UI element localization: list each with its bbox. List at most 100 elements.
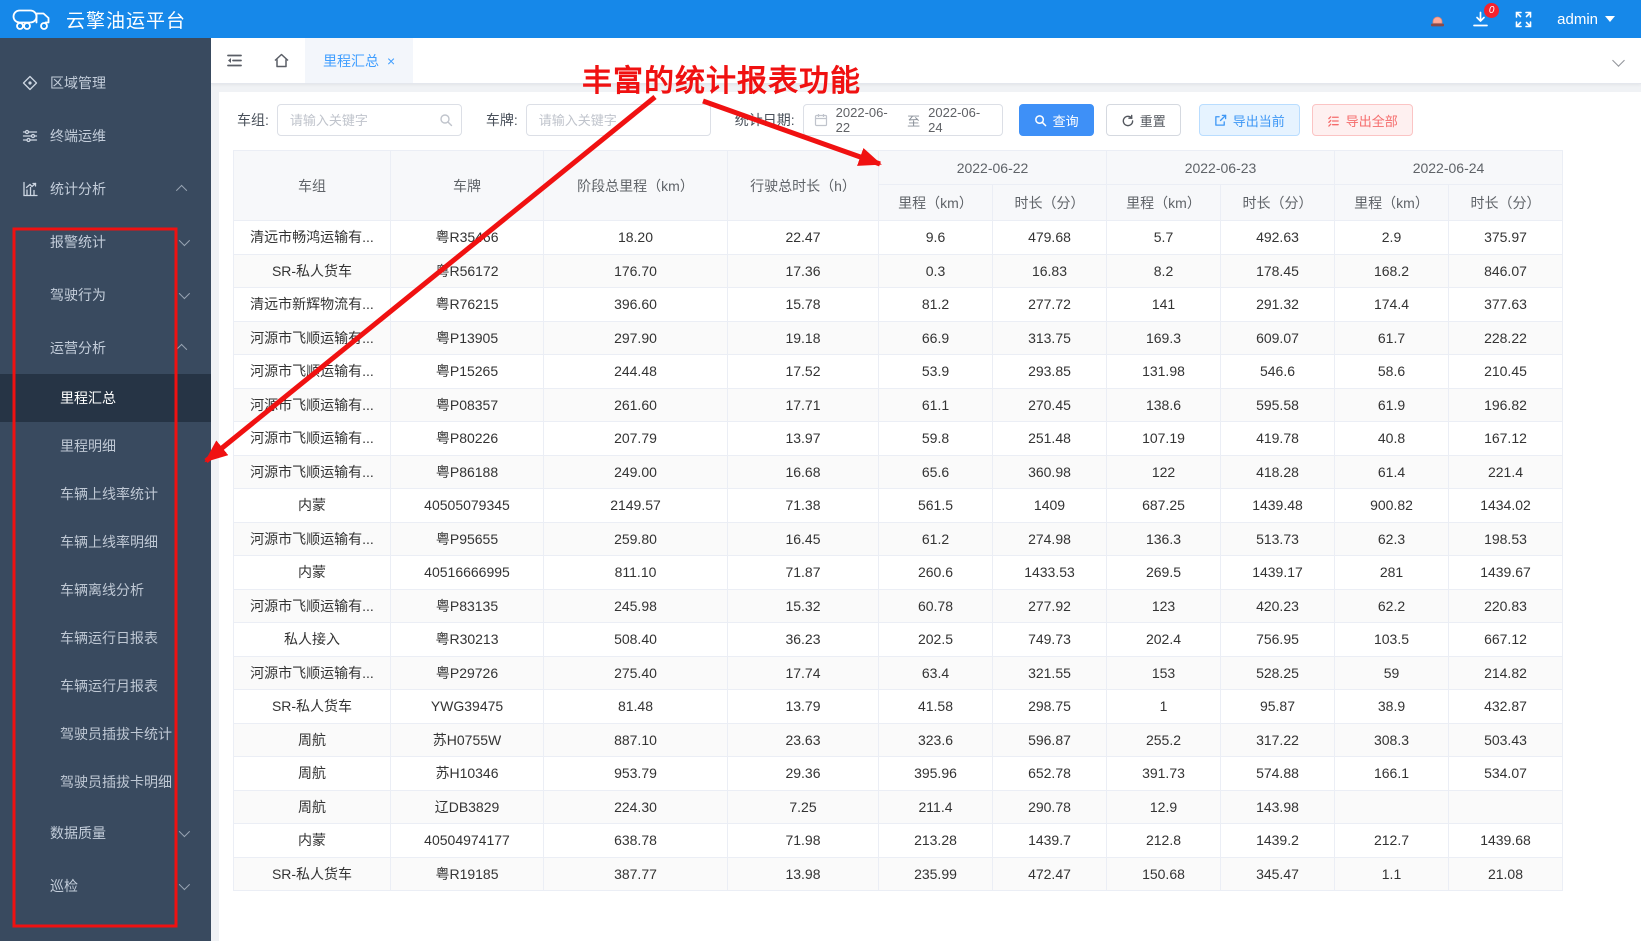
mileage-link[interactable]: 62.3	[1334, 521, 1449, 556]
mileage-link[interactable]: 168.2	[1334, 253, 1449, 288]
mileage-link[interactable]: 297.90	[543, 320, 728, 355]
sidebar-item-alarm-stats[interactable]: 报警统计	[0, 215, 211, 268]
sidebar-item-mileage-summary[interactable]: 里程汇总	[0, 374, 211, 422]
mileage-link[interactable]: 174.4	[1334, 287, 1449, 322]
mileage-link[interactable]: 81.48	[543, 689, 728, 724]
mileage-link[interactable]: 687.25	[1106, 488, 1221, 523]
mileage-link[interactable]: 131.98	[1106, 354, 1221, 389]
mileage-link[interactable]: 63.4	[878, 655, 993, 690]
mileage-link[interactable]: 138.6	[1106, 387, 1221, 422]
reset-button[interactable]: 重置	[1105, 104, 1181, 136]
mileage-link[interactable]: 141	[1106, 287, 1221, 322]
mileage-link[interactable]: 259.80	[543, 521, 728, 556]
mileage-link[interactable]: 887.10	[543, 722, 728, 757]
mileage-link[interactable]: 281	[1334, 555, 1449, 590]
mileage-link[interactable]: 387.77	[543, 856, 728, 891]
collapse-menu-icon[interactable]	[211, 38, 258, 83]
sidebar-item-driver-card-plug-stats[interactable]: 驾驶员插拔卡统计	[0, 710, 211, 758]
mileage-link[interactable]: 308.3	[1334, 722, 1449, 757]
sidebar-item-mileage-detail[interactable]: 里程明细	[0, 422, 211, 470]
mileage-link[interactable]: 176.70	[543, 253, 728, 288]
mileage-link[interactable]: 61.9	[1334, 387, 1449, 422]
mileage-link[interactable]: 261.60	[543, 387, 728, 422]
mileage-link[interactable]: 166.1	[1334, 756, 1449, 791]
tab-close-icon[interactable]: ×	[387, 54, 395, 68]
alarm-light-icon[interactable]	[1428, 10, 1447, 29]
mileage-link[interactable]: 212.7	[1334, 823, 1449, 858]
mileage-link[interactable]: 275.40	[543, 655, 728, 690]
search-button[interactable]: 查询	[1018, 104, 1094, 136]
vehicle-group-input[interactable]	[276, 104, 462, 136]
mileage-link[interactable]: 61.2	[878, 521, 993, 556]
mileage-link[interactable]: 396.60	[543, 287, 728, 322]
mileage-link[interactable]: 81.2	[878, 287, 993, 322]
mileage-link[interactable]: 508.40	[543, 622, 728, 657]
mileage-link[interactable]: 235.99	[878, 856, 993, 891]
mileage-link[interactable]: 122	[1106, 454, 1221, 489]
mileage-link[interactable]: 245.98	[543, 588, 728, 623]
mileage-link[interactable]: 18.20	[543, 220, 728, 255]
mileage-link[interactable]: 60.78	[878, 588, 993, 623]
mileage-link[interactable]: 9.6	[878, 220, 993, 255]
sidebar-item-operation-analysis[interactable]: 运营分析	[0, 321, 211, 374]
plate-input[interactable]	[525, 104, 711, 136]
mileage-link[interactable]: 260.6	[878, 555, 993, 590]
mileage-link[interactable]: 8.2	[1106, 253, 1221, 288]
mileage-link[interactable]: 638.78	[543, 823, 728, 858]
mileage-link[interactable]: 900.82	[1334, 488, 1449, 523]
sidebar-item-driving-behavior[interactable]: 驾驶行为	[0, 268, 211, 321]
sidebar-item-driver-card-plug-detail[interactable]: 驾驶员插拔卡明细	[0, 758, 211, 806]
mileage-link[interactable]: 202.4	[1106, 622, 1221, 657]
mileage-link[interactable]: 0.3	[878, 253, 993, 288]
mileage-link[interactable]: 53.9	[878, 354, 993, 389]
mileage-link[interactable]: 2149.57	[543, 488, 728, 523]
download-icon[interactable]: 0	[1471, 2, 1500, 29]
sidebar-item-vehicle-online-rate-detail[interactable]: 车辆上线率明细	[0, 518, 211, 566]
mileage-link[interactable]: 61.1	[878, 387, 993, 422]
mileage-link[interactable]: 953.79	[543, 756, 728, 791]
mileage-link[interactable]: 58.6	[1334, 354, 1449, 389]
sidebar-item-stats-analysis[interactable]: 统计分析	[0, 162, 211, 215]
mileage-link[interactable]: 323.6	[878, 722, 993, 757]
mileage-link[interactable]: 224.30	[543, 789, 728, 824]
mileage-link[interactable]: 61.7	[1334, 320, 1449, 355]
sidebar-item-vehicle-online-rate-stats[interactable]: 车辆上线率统计	[0, 470, 211, 518]
mileage-link[interactable]: 103.5	[1334, 622, 1449, 657]
mileage-link[interactable]: 561.5	[878, 488, 993, 523]
sidebar-item-vehicle-daily-report[interactable]: 车辆运行日报表	[0, 614, 211, 662]
sidebar-item-inspection[interactable]: 巡检	[0, 859, 211, 912]
mileage-link[interactable]: 5.7	[1106, 220, 1221, 255]
mileage-link[interactable]: 169.3	[1106, 320, 1221, 355]
export-all-button[interactable]: 导出全部	[1311, 104, 1413, 136]
sidebar-item-data-quality[interactable]: 数据质量	[0, 806, 211, 859]
mileage-link[interactable]: 211.4	[878, 789, 993, 824]
mileage-link[interactable]: 244.48	[543, 354, 728, 389]
sidebar-item-vehicle-offline-analysis[interactable]: 车辆离线分析	[0, 566, 211, 614]
date-range-picker[interactable]: 2022-06-22 至 2022-06-24	[802, 104, 1003, 136]
mileage-link[interactable]: 255.2	[1106, 722, 1221, 757]
sidebar-item-vehicle-monthly-report[interactable]: 车辆运行月报表	[0, 662, 211, 710]
mileage-link[interactable]: 395.96	[878, 756, 993, 791]
mileage-link[interactable]: 2.9	[1334, 220, 1449, 255]
mileage-link[interactable]: 213.28	[878, 823, 993, 858]
mileage-link[interactable]: 207.79	[543, 421, 728, 456]
fullscreen-icon[interactable]	[1514, 10, 1533, 29]
mileage-link[interactable]: 150.68	[1106, 856, 1221, 891]
user-menu[interactable]: admin	[1557, 11, 1615, 28]
mileage-link[interactable]: 62.2	[1334, 588, 1449, 623]
mileage-link[interactable]: 59.8	[878, 421, 993, 456]
mileage-link[interactable]: 59	[1334, 655, 1449, 690]
home-icon[interactable]	[258, 38, 305, 83]
mileage-link[interactable]: 202.5	[878, 622, 993, 657]
mileage-link[interactable]: 123	[1106, 588, 1221, 623]
export-current-button[interactable]: 导出当前	[1198, 104, 1300, 136]
mileage-link[interactable]: 269.5	[1106, 555, 1221, 590]
mileage-link[interactable]: 41.58	[878, 689, 993, 724]
sidebar-item-region-management[interactable]: 区域管理	[0, 56, 211, 109]
mileage-link[interactable]: 811.10	[543, 555, 728, 590]
mileage-link[interactable]: 212.8	[1106, 823, 1221, 858]
mileage-link[interactable]: 12.9	[1106, 789, 1221, 824]
mileage-link[interactable]: 65.6	[878, 454, 993, 489]
tabbar-collapse-chevron[interactable]	[1612, 52, 1641, 70]
mileage-link[interactable]: 61.4	[1334, 454, 1449, 489]
